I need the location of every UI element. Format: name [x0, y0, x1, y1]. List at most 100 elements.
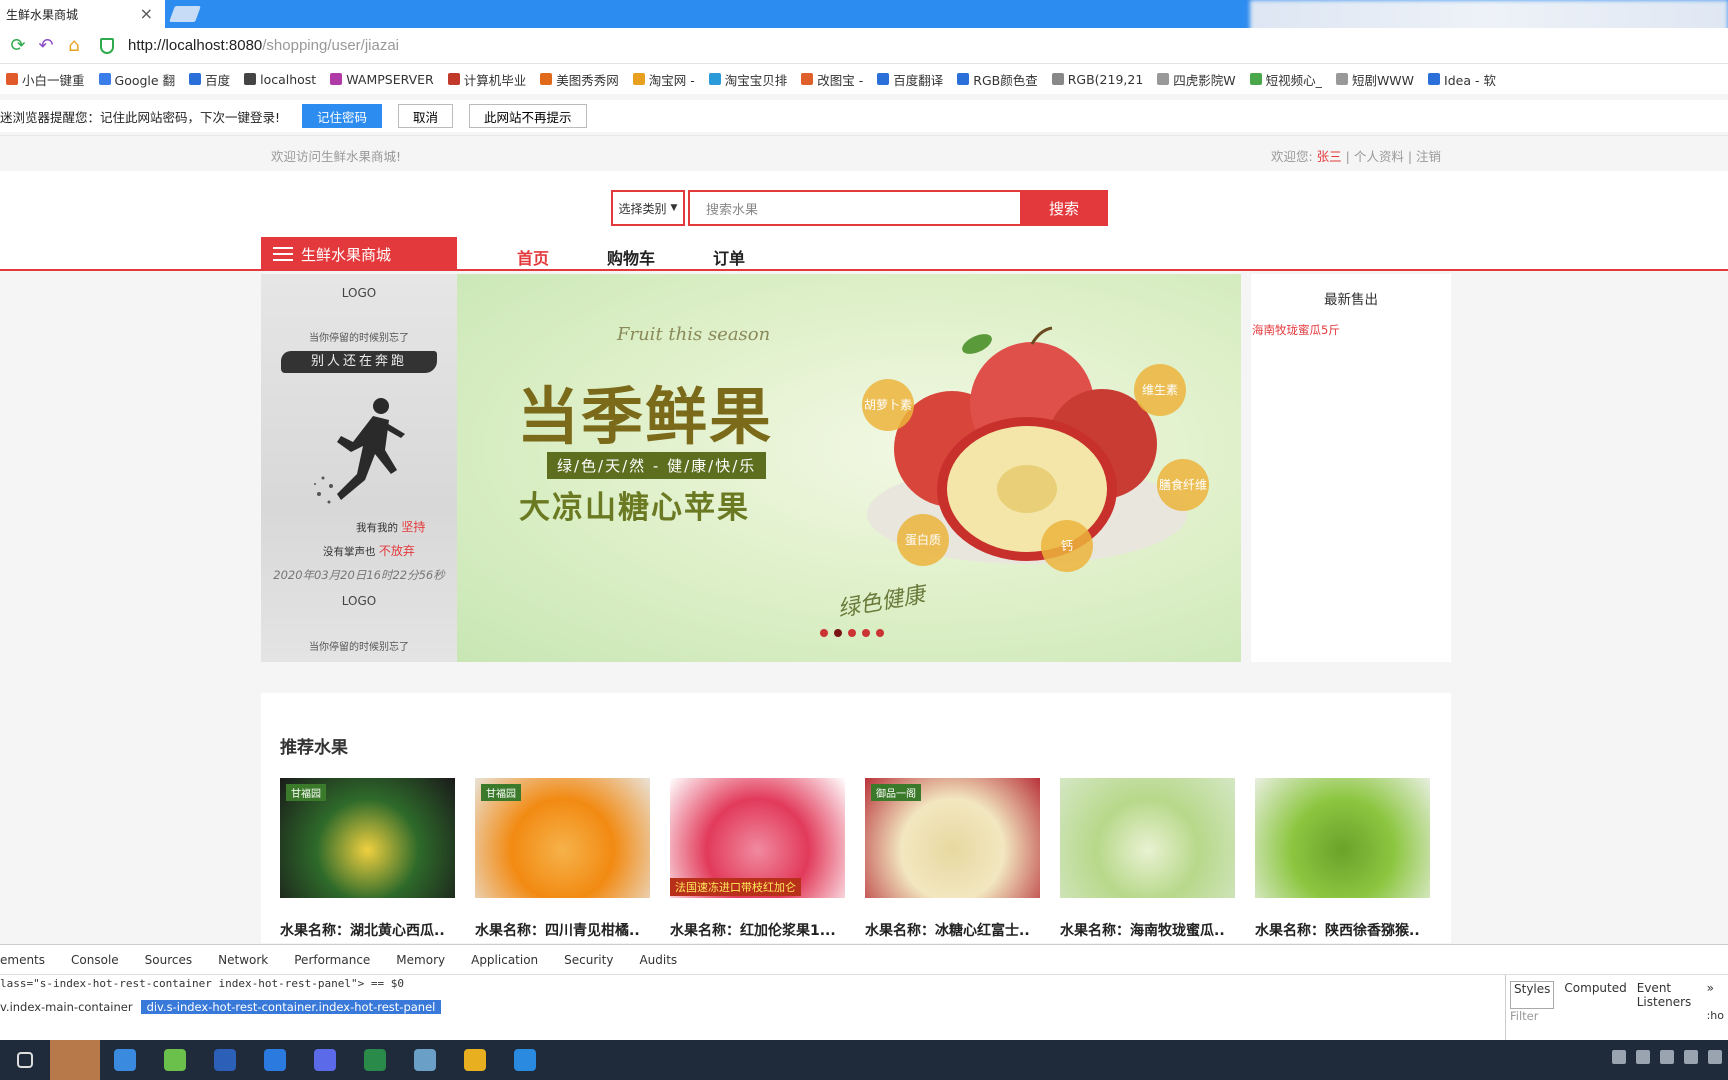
bookmark-item[interactable]: RGB颜色查: [957, 70, 1038, 89]
fruit-name[interactable]: 水果名称：四川青见柑橘..: [475, 920, 650, 940]
carousel-dot[interactable]: [862, 629, 870, 637]
devtools-tab[interactable]: Memory: [396, 953, 445, 967]
fruit-card[interactable]: 御品一阁水果名称：冰糖心红富士..: [865, 778, 1040, 940]
nav-cart[interactable]: 购物车: [607, 245, 655, 269]
user-links[interactable]: | 个人资料 | 注销: [1346, 149, 1441, 164]
tray-icon[interactable]: [1612, 1050, 1626, 1064]
latest-item[interactable]: 海南牧珑蜜瓜5斤: [1252, 322, 1340, 338]
tab-computed[interactable]: Computed: [1564, 981, 1626, 1009]
bookmark-item[interactable]: 计算机毕业: [447, 70, 526, 89]
bookmark-item[interactable]: 美图秀秀网: [540, 70, 619, 89]
devtools-tab[interactable]: Audits: [639, 953, 677, 967]
bookmark-item[interactable]: Google 翻: [98, 70, 175, 89]
tray-icon[interactable]: [1660, 1050, 1674, 1064]
crumb-parent[interactable]: v.index-main-container: [0, 1000, 133, 1014]
tray-icon[interactable]: [1636, 1050, 1650, 1064]
nav-home[interactable]: 首页: [517, 245, 549, 269]
category-menu[interactable]: 生鲜水果商城: [261, 237, 457, 271]
nav-orders[interactable]: 订单: [713, 245, 745, 269]
hov-toggle[interactable]: :ho: [1707, 1009, 1724, 1022]
category-select[interactable]: 选择类别 ▼: [611, 190, 685, 226]
fruit-image[interactable]: 甘福园: [475, 778, 650, 898]
bookmark-item[interactable]: 短视频心_: [1249, 70, 1322, 89]
devtools-tab[interactable]: Performance: [294, 953, 370, 967]
devtools-tab[interactable]: Console: [71, 953, 119, 967]
carousel-dot[interactable]: [820, 629, 828, 637]
devtools-tab[interactable]: ements: [0, 953, 45, 967]
fruit-name[interactable]: 水果名称：海南牧珑蜜瓜..: [1060, 920, 1235, 940]
carousel-dot[interactable]: [876, 629, 884, 637]
fruit-name[interactable]: 水果名称：湖北黄心西瓜..: [280, 920, 455, 940]
fruit-image[interactable]: 御品一阁: [865, 778, 1040, 898]
fruit-name[interactable]: 水果名称：红加伦浆果1...: [670, 920, 845, 940]
tab-styles[interactable]: Styles: [1510, 981, 1555, 1009]
tray-icon[interactable]: [1708, 1050, 1722, 1064]
devtools-tab[interactable]: Network: [218, 953, 268, 967]
bookmark-item[interactable]: localhost: [244, 72, 316, 87]
fruit-image[interactable]: 甘福园: [280, 778, 455, 898]
fruit-image[interactable]: [1060, 778, 1235, 898]
devtools-code-line[interactable]: lass="s-index-hot-rest-container index-h…: [0, 977, 404, 990]
crumb-selected[interactable]: div.s-index-hot-rest-container.index-hot…: [140, 1000, 442, 1014]
fruit-card[interactable]: 甘福园水果名称：四川青见柑橘..: [475, 778, 650, 940]
search-input[interactable]: 搜索水果: [688, 190, 1022, 226]
new-tab-button[interactable]: [169, 6, 201, 22]
fruit-card[interactable]: 水果名称：陕西徐香猕猴..: [1255, 778, 1430, 940]
taskbar: [0, 1040, 1728, 1080]
browser-tab-active[interactable]: 生鲜水果商城 ×: [0, 0, 165, 28]
refresh-icon[interactable]: ⟳: [8, 35, 28, 56]
tray-icon[interactable]: [1684, 1050, 1698, 1064]
banner-bubble-3: 膳食纤维: [1157, 459, 1209, 511]
fruit-name[interactable]: 水果名称：陕西徐香猕猴..: [1255, 920, 1430, 940]
bookmark-item[interactable]: RGB(219,21: [1051, 72, 1143, 87]
category-title: 生鲜水果商城: [301, 245, 392, 264]
bookmark-item[interactable]: 改图宝 -: [801, 70, 863, 89]
filter-input[interactable]: Filter: [1510, 1009, 1538, 1023]
undo-icon[interactable]: ↶: [36, 35, 56, 56]
taskbar-app-icon[interactable]: [400, 1040, 450, 1080]
bookmark-item[interactable]: 小白一键重: [6, 70, 85, 89]
more-icon[interactable]: »: [1707, 981, 1714, 1009]
bookmark-item[interactable]: 淘宝网 -: [632, 70, 695, 89]
bookmark-item[interactable]: 短剧WWW: [1335, 70, 1414, 89]
bookmark-item[interactable]: 百度: [189, 70, 230, 89]
fruit-card[interactable]: 水果名称：海南牧珑蜜瓜..: [1060, 778, 1235, 940]
carousel-dot[interactable]: [848, 629, 856, 637]
tab-title: 生鲜水果商城: [6, 7, 79, 22]
taskbar-app-icon[interactable]: [450, 1040, 500, 1080]
fruit-card[interactable]: 甘福园水果名称：湖北黄心西瓜..: [280, 778, 455, 940]
fruit-name[interactable]: 水果名称：冰糖心红富士..: [865, 920, 1040, 940]
bookmark-item[interactable]: Idea - 软: [1428, 70, 1496, 89]
fruit-image[interactable]: [1255, 778, 1430, 898]
devtools-tab[interactable]: Application: [471, 953, 538, 967]
bookmark-item[interactable]: 淘宝宝贝排: [708, 70, 787, 89]
taskbar-app-icon[interactable]: [50, 1040, 100, 1080]
tab-event-listeners[interactable]: Event Listeners: [1637, 981, 1697, 1009]
bookmark-item[interactable]: WAMPSERVER: [330, 72, 434, 87]
carousel-dot[interactable]: [834, 629, 842, 637]
fruit-card[interactable]: 法国速冻进口带枝红加仑水果名称：红加伦浆果1...: [670, 778, 845, 940]
devtools-tab[interactable]: Sources: [145, 953, 192, 967]
bookmark-item[interactable]: 百度翻译: [877, 70, 943, 89]
latest-title: 最新售出: [1324, 292, 1378, 308]
close-icon[interactable]: ×: [140, 4, 153, 23]
bookmark-item[interactable]: 四虎影院W: [1157, 70, 1236, 89]
taskbar-app-icon[interactable]: [300, 1040, 350, 1080]
home-icon[interactable]: ⌂: [64, 35, 84, 56]
taskbar-app-icon[interactable]: [0, 1040, 50, 1080]
user-name-link[interactable]: 张三: [1317, 149, 1342, 164]
never-prompt-button[interactable]: 此网站不再提示: [469, 104, 587, 128]
taskbar-app-icon[interactable]: [500, 1040, 550, 1080]
devtools-tab[interactable]: Security: [564, 953, 613, 967]
taskbar-app-icon[interactable]: [350, 1040, 400, 1080]
taskbar-app-icon[interactable]: [100, 1040, 150, 1080]
banner-carousel[interactable]: Fruit this season 当季鲜果 绿/色/天/然 - 健/康/快/乐…: [457, 274, 1241, 662]
search-button[interactable]: 搜索: [1020, 190, 1108, 226]
taskbar-app-icon[interactable]: [150, 1040, 200, 1080]
cancel-button[interactable]: 取消: [398, 104, 454, 128]
save-password-button[interactable]: 记住密码: [302, 104, 383, 128]
taskbar-app-icon[interactable]: [200, 1040, 250, 1080]
url-input[interactable]: http://localhost:8080/shopping/user/jiaz…: [128, 37, 399, 54]
fruit-image[interactable]: 法国速冻进口带枝红加仑: [670, 778, 845, 898]
taskbar-app-icon[interactable]: [250, 1040, 300, 1080]
